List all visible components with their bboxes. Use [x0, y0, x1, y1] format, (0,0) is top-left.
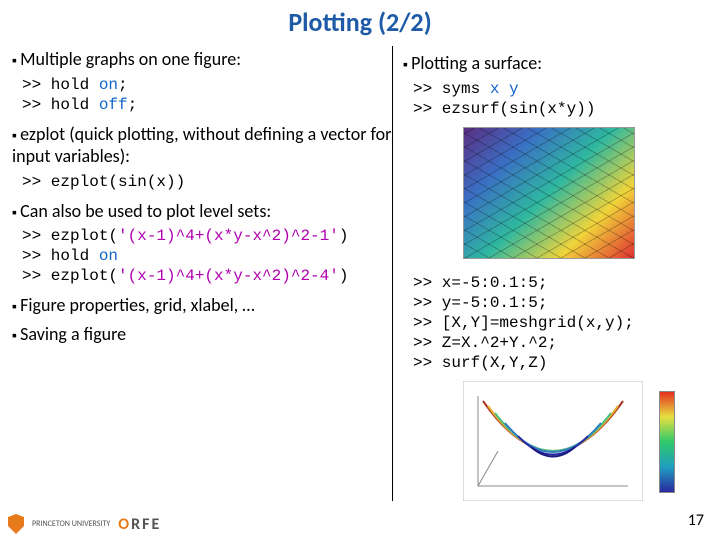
- footer: PRINCETON UNIVERSITY ORFE: [8, 514, 161, 534]
- code-meshgrid: >> x=-5:0.1:5; >> y=-5:0.1:5; >> [X,Y]=m…: [413, 273, 708, 373]
- code-syms: >> syms x y >> ezsurf(sin(x*y)): [413, 79, 708, 119]
- slide-title: Plotting (2/2): [0, 0, 720, 38]
- bullet-level-sets: Can also be used to plot level sets:: [12, 200, 392, 223]
- bullet-surface: Plotting a surface:: [403, 52, 708, 75]
- princeton-text: PRINCETON UNIVERSITY: [32, 520, 110, 528]
- code-hold: >> hold on; >> hold off;: [22, 75, 392, 115]
- bullet-ezplot: ezplot (quick plotting, without defining…: [12, 123, 392, 168]
- left-column: Multiple graphs on one figure: >> hold o…: [12, 42, 392, 501]
- content-columns: Multiple graphs on one figure: >> hold o…: [0, 38, 720, 501]
- page-number: 17: [688, 511, 704, 530]
- colorbar: [659, 391, 675, 493]
- right-column: Plotting a surface: >> syms x y >> ezsur…: [392, 46, 708, 501]
- ezsurf-plot: [463, 127, 635, 259]
- code-level-sets: >> ezplot('(x-1)^4+(x*y-x^2)^2-1') >> ho…: [22, 226, 392, 286]
- orfe-logo: ORFE: [118, 515, 161, 534]
- bullet-multiple-graphs: Multiple graphs on one figure:: [12, 48, 392, 71]
- bullet-saving: Saving a figure: [12, 323, 392, 346]
- bullet-figure-props: Figure properties, grid, xlabel, …: [12, 294, 392, 317]
- code-ezplot: >> ezplot(sin(x)): [22, 172, 392, 192]
- princeton-shield-icon: [8, 514, 24, 534]
- surf-plot: [463, 381, 643, 501]
